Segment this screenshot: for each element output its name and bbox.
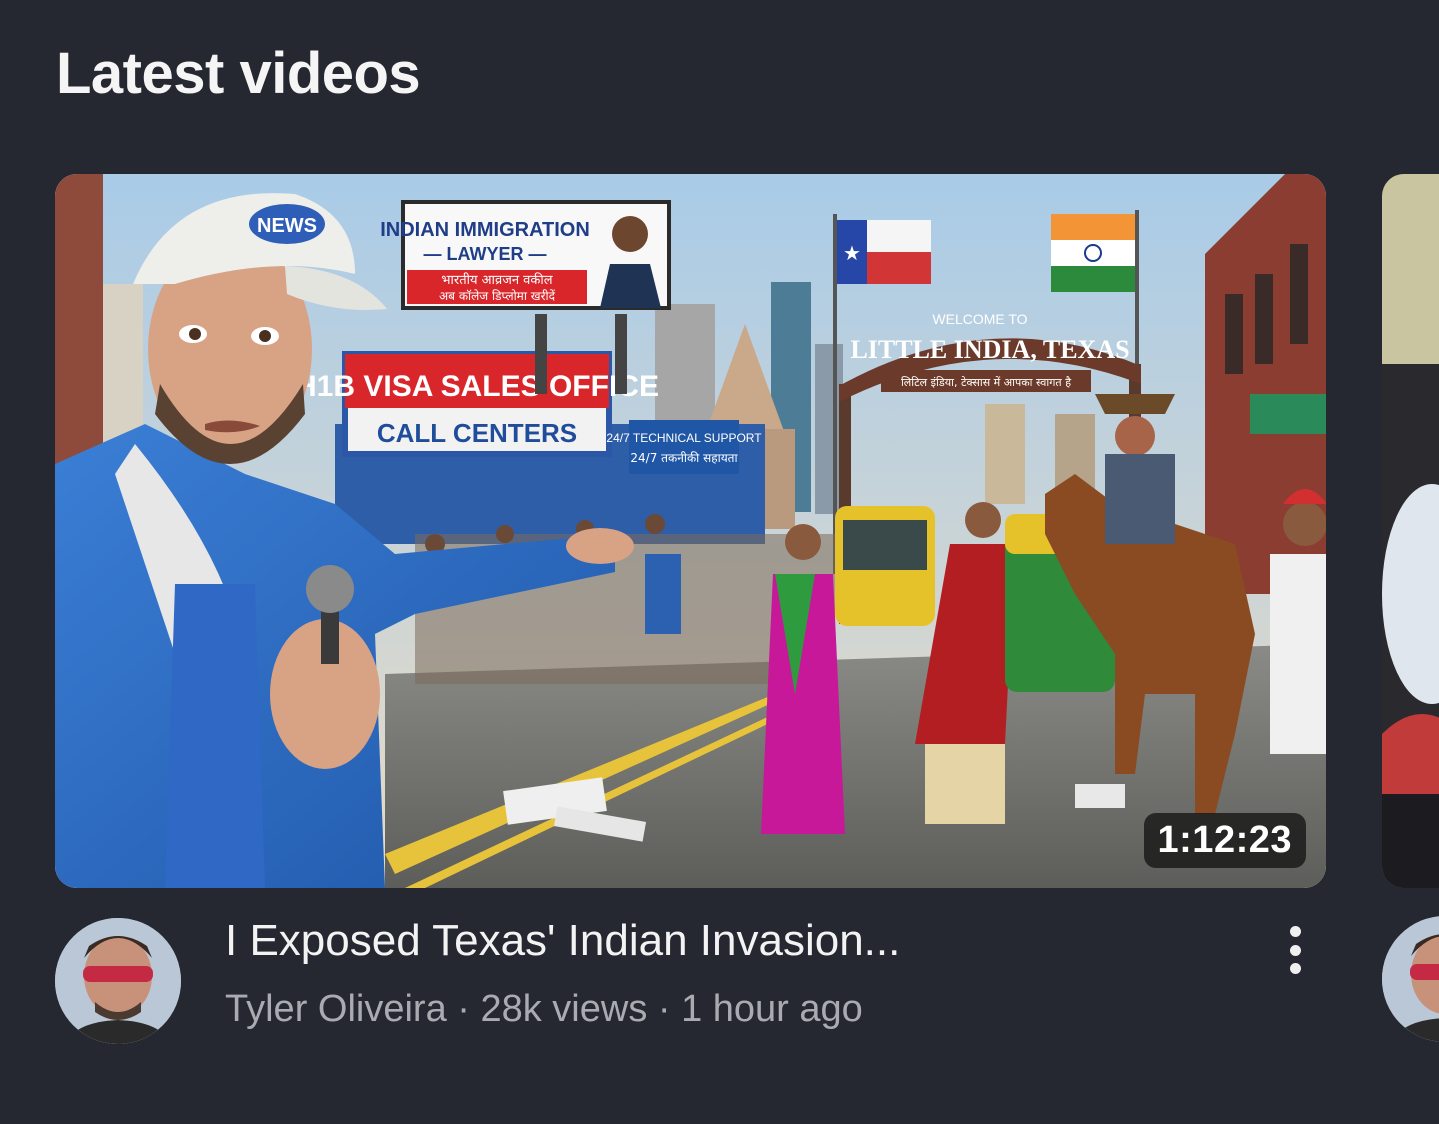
latest-videos-section: Latest videos H1B VISA SALES OFFICE CALL… (0, 0, 1439, 1124)
arch-hindi: लिटिल इंडिया, टेक्सास में आपका स्वागत है (901, 376, 1071, 389)
more-vert-icon[interactable] (1274, 922, 1316, 978)
arch-welcome: WELCOME TO (932, 311, 1027, 327)
thumbnail-illustration: H1B VISA SALES OFFICE CALL CENTERS 24/7 … (55, 174, 1326, 888)
video-subtitle: Tyler Oliveira · 28k views · 1 hour ago (225, 988, 863, 1030)
more-dot (1289, 944, 1301, 956)
support-sign-line2: 24/7 तकनीकी सहायता (630, 451, 738, 465)
channel-avatar[interactable] (55, 918, 181, 1044)
more-dot (1289, 963, 1301, 974)
duration-badge: 1:12:23 (1143, 813, 1306, 868)
storefront-sign-line1: H1B VISA SALES OFFICE (295, 370, 659, 403)
video-thumbnail[interactable]: H1B VISA SALES OFFICE CALL CENTERS 24/7 … (55, 174, 1326, 888)
video-card[interactable]: H1B VISA SALES OFFICE CALL CENTERS 24/7 … (55, 174, 1326, 1044)
billboard-hindi1: भारतीय आव्रजन वकील (441, 272, 552, 288)
billboard-line2: — LAWYER — (423, 244, 546, 264)
more-dot (1289, 926, 1301, 937)
next-avatar-image (1382, 916, 1439, 1042)
support-sign-line1: 24/7 TECHNICAL SUPPORT (606, 431, 762, 445)
section-title: Latest videos (56, 41, 421, 106)
cap-logo: NEWS (257, 215, 317, 237)
billboard-hindi2: अब कॉलेज डिप्लोमा खरीदें (439, 289, 556, 303)
next-channel-avatar[interactable] (1382, 916, 1439, 1042)
next-thumbnail-illustration (1382, 174, 1439, 888)
next-video-thumbnail[interactable] (1382, 174, 1439, 888)
arch-main: LITTLE INDIA, TEXAS (850, 335, 1129, 364)
video-meta: I Exposed Texas' Indian Invasion... Tyle… (55, 916, 1326, 1044)
storefront-sign-line2: CALL CENTERS (377, 418, 577, 448)
star-icon: ★ (843, 243, 861, 265)
video-title[interactable]: I Exposed Texas' Indian Invasion... (225, 916, 900, 966)
avatar-image (55, 918, 181, 1044)
billboard-line1: INDIAN IMMIGRATION (380, 219, 590, 241)
